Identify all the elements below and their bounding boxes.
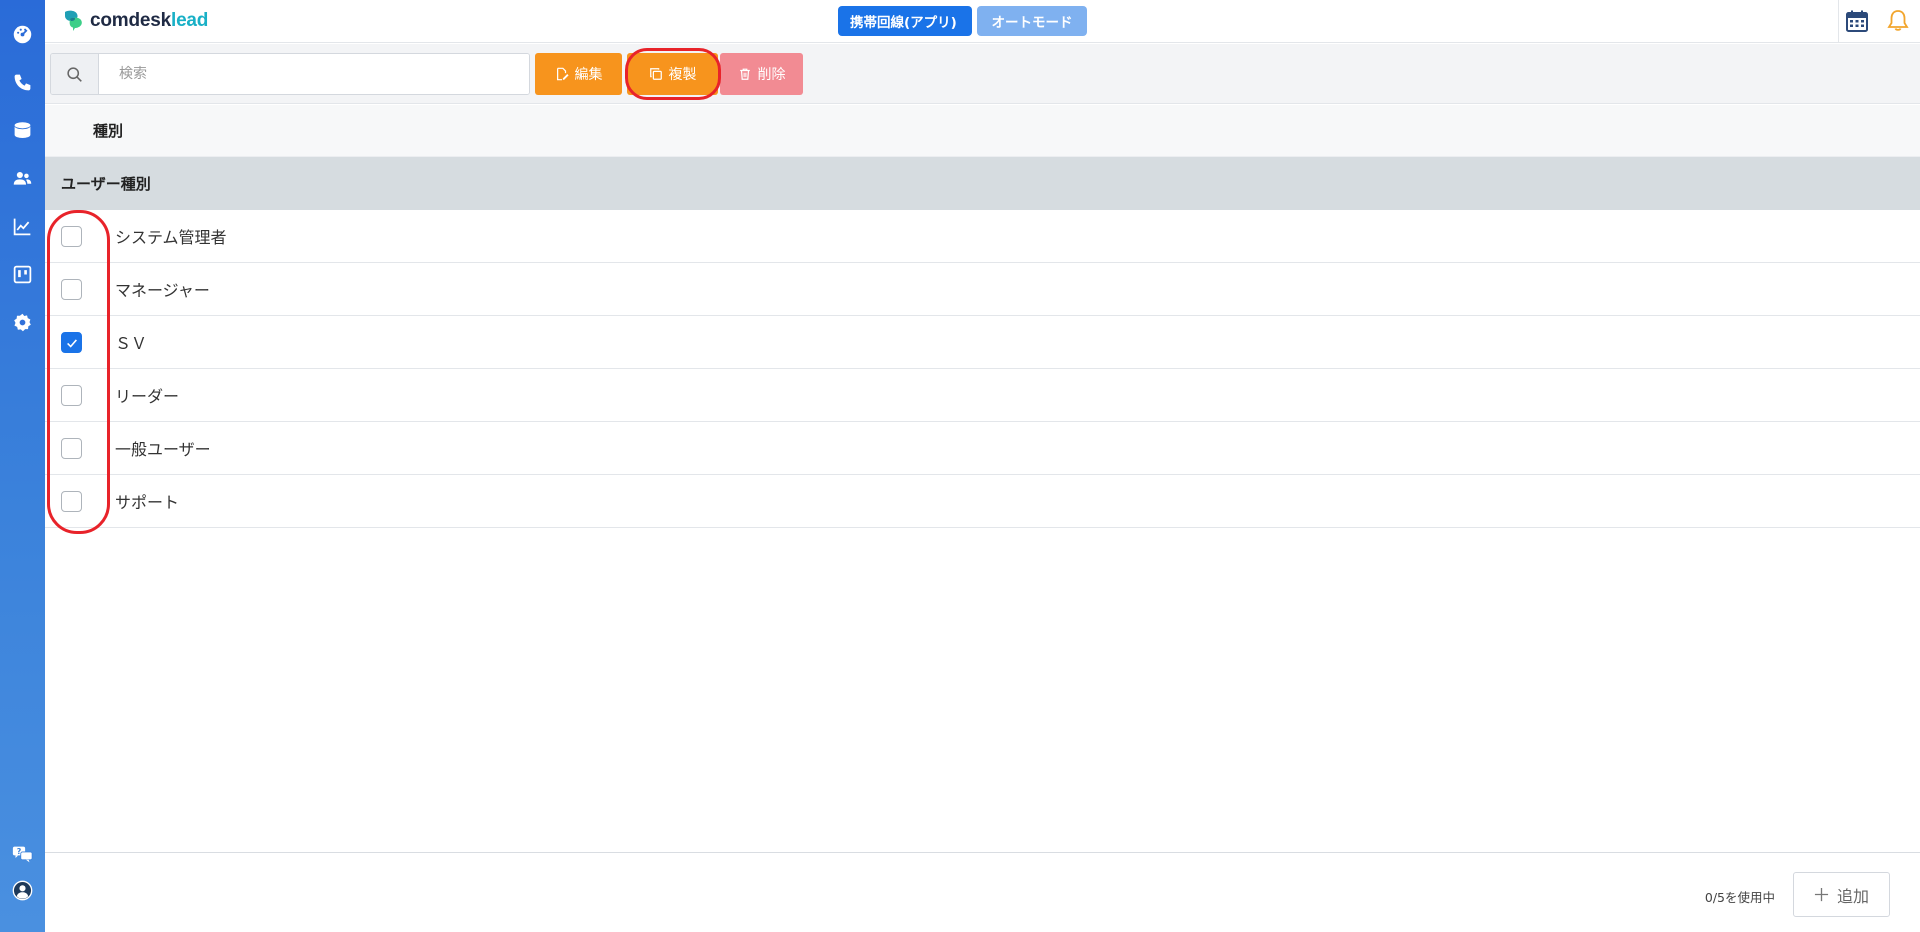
edit-icon — [556, 67, 569, 81]
row-checkbox[interactable] — [61, 332, 82, 353]
logo-suffix: lead — [170, 10, 209, 31]
delete-button[interactable]: 削除 — [720, 53, 803, 95]
mobile-line-app-button[interactable]: 携帯回線(アプリ) — [838, 6, 972, 36]
search-input[interactable] — [99, 54, 529, 94]
table-row[interactable]: 一般ユーザー — [45, 422, 1920, 475]
plus-icon — [1814, 887, 1829, 902]
table-row[interactable]: サポート — [45, 475, 1920, 528]
table-row[interactable]: リーダー — [45, 369, 1920, 422]
row-checkbox[interactable] — [61, 438, 82, 459]
usage-count: 0/5を使用中 — [1704, 890, 1775, 905]
checkmark-icon — [66, 338, 77, 348]
database-icon[interactable] — [8, 116, 37, 145]
top-header: comdesklead 携帯回線(アプリ) オートモード — [45, 0, 1920, 43]
header-divider — [1838, 0, 1839, 42]
row-label: システム管理者 — [115, 228, 227, 247]
copy-button[interactable]: 複製 — [627, 53, 718, 95]
row-label: リーダー — [115, 387, 180, 406]
chart-icon[interactable] — [8, 212, 37, 241]
row-label: ＳＶ — [115, 334, 148, 353]
add-button[interactable]: 追加 — [1793, 872, 1890, 917]
copy-label: 複製 — [668, 67, 697, 83]
search-box — [50, 53, 530, 95]
row-checkbox[interactable] — [61, 226, 82, 247]
table-row[interactable]: マネージャー — [45, 263, 1920, 316]
trash-icon — [739, 68, 750, 80]
gear-icon[interactable] — [8, 308, 37, 337]
logo-text: comdesklead — [90, 10, 208, 32]
dashboard-icon[interactable] — [8, 20, 37, 49]
phone-icon[interactable] — [8, 68, 37, 97]
edit-button[interactable]: 編集 — [535, 53, 622, 95]
account-icon[interactable] — [8, 876, 37, 905]
column-header-type: 種別 — [45, 105, 1920, 157]
calendar-icon[interactable] — [1844, 8, 1870, 34]
toolbar: 編集 複製 削除 — [45, 44, 1920, 104]
logo[interactable]: comdesklead — [62, 7, 208, 35]
group-header-user-type: ユーザー種別 — [45, 157, 1920, 210]
row-label: マネージャー — [115, 281, 210, 300]
table-row[interactable]: システム管理者 — [45, 210, 1920, 263]
footer: 0/5を使用中 追加 — [45, 852, 1920, 932]
row-checkbox[interactable] — [61, 385, 82, 406]
sidebar: ? — [0, 0, 45, 932]
search-icon[interactable] — [51, 54, 99, 94]
users-icon[interactable] — [8, 164, 37, 193]
row-checkbox[interactable] — [61, 491, 82, 512]
board-icon[interactable] — [8, 260, 37, 289]
table-body: システム管理者 マネージャー ＳＶ リーダー一般ユーザー サポート — [45, 210, 1920, 528]
add-label: 追加 — [1836, 886, 1869, 906]
copy-icon — [649, 68, 662, 80]
delete-label: 削除 — [757, 67, 786, 83]
row-label: サポート — [115, 493, 180, 512]
edit-label: 編集 — [574, 67, 603, 83]
help-chat-icon[interactable]: ? — [8, 840, 37, 869]
bell-icon[interactable] — [1885, 8, 1911, 34]
row-checkbox[interactable] — [61, 279, 82, 300]
app-window: ? comdesklead 携帯回線(アプリ) オートモード 検索 編集 複製 … — [0, 0, 1920, 932]
logo-prefix: comdesk — [90, 10, 171, 31]
logo-mark-icon — [62, 9, 84, 33]
user-type-table: 種別 ユーザー種別 システム管理者 マネージャー ＳＶ リーダー一般ユーザー サポート — [45, 105, 1920, 528]
auto-mode-button[interactable]: オートモード — [977, 6, 1087, 36]
row-label: 一般ユーザー — [115, 440, 211, 459]
table-row[interactable]: ＳＶ — [45, 316, 1920, 369]
